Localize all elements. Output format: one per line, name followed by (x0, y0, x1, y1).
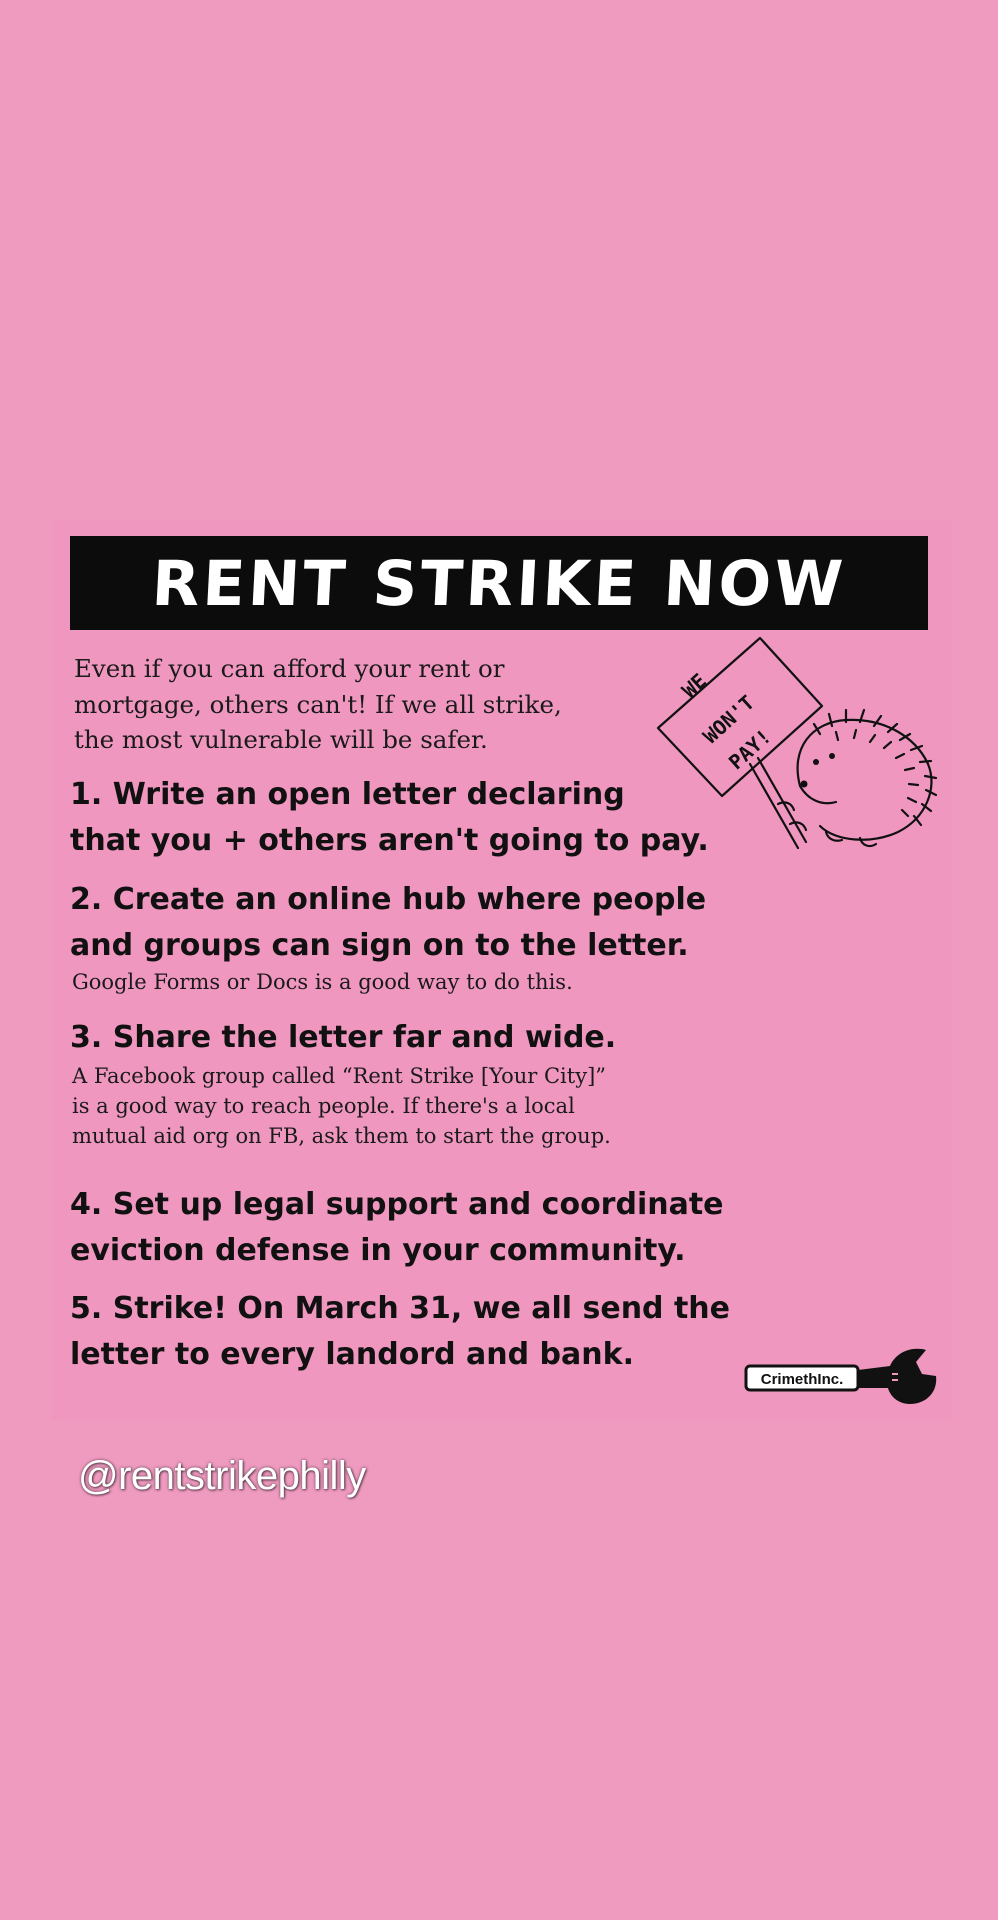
poster-title: RENT STRIKE NOW (150, 546, 848, 620)
step-1-line-1: 1. Write an open letter declaring (70, 777, 625, 812)
step-4-line-1: 4. Set up legal support and coordinate (70, 1187, 724, 1222)
step-3: 3. Share the letter far and wide. (70, 1015, 616, 1061)
step-4-line-2: eviction defense in your community. (70, 1233, 686, 1268)
step-3-note-line: mutual aid org on FB, ask them to start … (72, 1124, 611, 1148)
hedgehog-sign-illustration: WE WON'T PAY! (656, 636, 938, 850)
step-2: 2. Create an online hub where people and… (70, 877, 706, 969)
step-3-note-line: is a good way to reach people. If there'… (72, 1094, 575, 1118)
step-4: 4. Set up legal support and coordinate e… (70, 1182, 724, 1274)
step-2-line-1: 2. Create an online hub where people (70, 882, 707, 917)
step-2-note-line: Google Forms or Docs is a good way to do… (72, 970, 573, 994)
logo-text: CrimethInc. (761, 1371, 844, 1388)
step-5-line-2: letter to every landord and bank. (70, 1337, 634, 1372)
intro-text: Even if you can afford your rent or mort… (74, 651, 654, 758)
step-5: 5. Strike! On March 31, we all send the … (70, 1286, 730, 1378)
step-5-line-1: 5. Strike! On March 31, we all send the (70, 1291, 731, 1326)
sign-text-we: WE (677, 669, 711, 703)
step-2-line-2: and groups can sign on to the letter. (70, 928, 689, 963)
intro-line: the most vulnerable will be safer. (74, 725, 488, 754)
step-3-note-line: A Facebook group called “Rent Strike [Yo… (72, 1064, 607, 1088)
intro-line: mortgage, others can't! If we all strike… (74, 689, 562, 719)
intro-line: Even if you can afford your rent or (74, 654, 505, 683)
step-3-line-1: 3. Share the letter far and wide. (70, 1020, 617, 1055)
step-1-line-2: that you + others aren't going to pay. (70, 823, 709, 858)
step-3-note: A Facebook group called “Rent Strike [Yo… (72, 1061, 611, 1151)
title-banner: RENT STRIKE NOW (70, 536, 928, 630)
step-1: 1. Write an open letter declaring that y… (70, 772, 709, 864)
social-handle: @rentstrikephilly (78, 1454, 366, 1498)
crimethinc-logo: CrimethInc. (744, 1348, 937, 1404)
step-2-note: Google Forms or Docs is a good way to do… (72, 967, 573, 997)
